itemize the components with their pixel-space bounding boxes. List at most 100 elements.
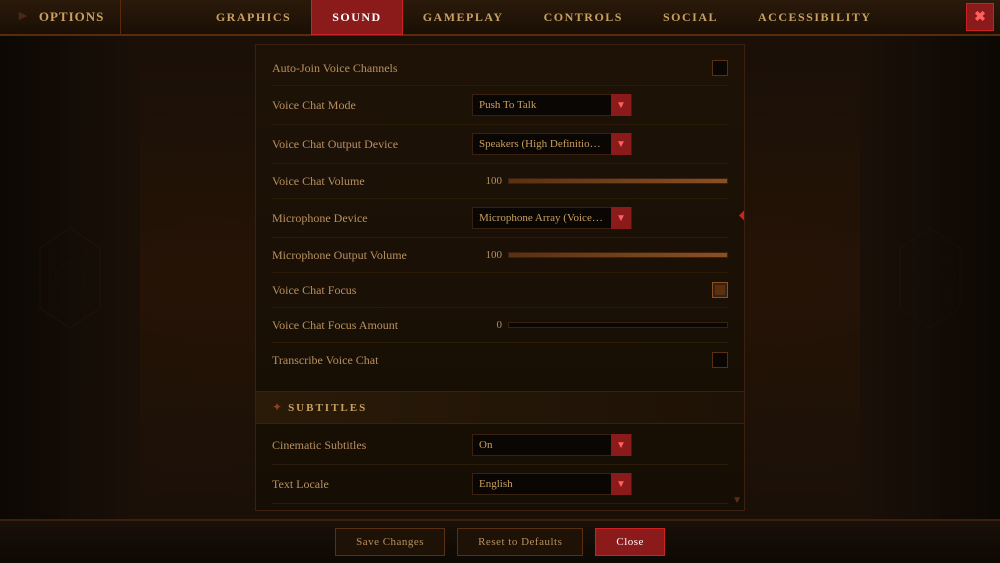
settings-scroll-container[interactable]: Auto-Join Voice Channels Voice Chat Mode… xyxy=(256,45,744,510)
setting-voice-output: Voice Chat Output Device Speakers (High … xyxy=(256,127,744,161)
voice-chat-mode-control: Push To Talk ▼ xyxy=(472,94,728,116)
setting-auto-join: Auto-Join Voice Channels xyxy=(256,53,744,83)
nav-close-button[interactable]: ✖ xyxy=(966,3,994,31)
voice-volume-control: 100 xyxy=(472,175,728,187)
voice-output-arrow: ▼ xyxy=(611,133,631,155)
divider-9 xyxy=(272,464,728,465)
text-locale-control: English ▼ xyxy=(472,473,728,495)
auto-join-checkbox[interactable] xyxy=(712,60,728,76)
focus-amount-label: Voice Chat Focus Amount xyxy=(272,318,472,333)
cinematic-subtitles-control: On ▼ xyxy=(472,434,728,456)
mic-volume-value: 100 xyxy=(472,249,502,261)
setting-focus-amount: Voice Chat Focus Amount 0 xyxy=(256,310,744,340)
save-changes-button[interactable]: Save Changes xyxy=(335,528,445,556)
voice-chat-mode-value: Push To Talk xyxy=(473,99,611,111)
tab-social[interactable]: SOCIAL xyxy=(643,0,738,35)
left-decoration-panel xyxy=(0,36,140,519)
divider-2 xyxy=(272,124,728,125)
focus-amount-slider[interactable] xyxy=(508,322,728,328)
microphone-device-dropdown[interactable]: Microphone Array (Voice.ai Audi ▼ xyxy=(472,207,632,229)
main-content: Auto-Join Voice Channels Voice Chat Mode… xyxy=(0,36,1000,519)
voice-output-dropdown[interactable]: Speakers (High Definition Audio ▼ xyxy=(472,133,632,155)
mic-volume-fill xyxy=(509,253,727,257)
microphone-device-label: Microphone Device xyxy=(272,211,472,226)
scroll-down-indicator: ▼ xyxy=(732,495,742,506)
setting-voice-volume: Voice Chat Volume 100 xyxy=(256,166,744,196)
setting-microphone-device: Microphone Device Microphone Array (Voic… xyxy=(256,201,744,235)
subtitles-section-icon: ✦ xyxy=(272,400,282,415)
mic-volume-slider[interactable] xyxy=(508,252,728,258)
spacer-1 xyxy=(256,375,744,383)
cinematic-subtitles-value: On xyxy=(473,439,611,451)
setting-voice-focus: Voice Chat Focus xyxy=(256,275,744,305)
setting-mic-volume: Microphone Output Volume 100 xyxy=(256,240,744,270)
center-panel: Auto-Join Voice Channels Voice Chat Mode… xyxy=(140,36,860,519)
mic-volume-control: 100 xyxy=(472,249,728,261)
subtitles-section-header: ✦ SUBTITLES xyxy=(256,391,744,424)
setting-speech-locale: Speech Locale English ▼ xyxy=(256,506,744,510)
settings-panel: Auto-Join Voice Channels Voice Chat Mode… xyxy=(255,44,745,511)
options-label: ► OPTIONS xyxy=(0,0,121,34)
microphone-device-value: Microphone Array (Voice.ai Audi xyxy=(473,212,611,224)
divider-4 xyxy=(272,198,728,199)
cinematic-subtitles-dropdown[interactable]: On ▼ xyxy=(472,434,632,456)
microphone-device-arrow: ▼ xyxy=(611,207,631,229)
text-locale-dropdown[interactable]: English ▼ xyxy=(472,473,632,495)
voice-chat-mode-label: Voice Chat Mode xyxy=(272,98,472,113)
transcribe-control xyxy=(472,352,728,368)
transcribe-label: Transcribe Voice Chat xyxy=(272,353,472,368)
voice-focus-label: Voice Chat Focus xyxy=(272,283,472,298)
voice-volume-value: 100 xyxy=(472,175,502,187)
reset-defaults-button[interactable]: Reset to Defaults xyxy=(457,528,583,556)
voice-volume-fill xyxy=(509,179,727,183)
transcribe-checkbox[interactable] xyxy=(712,352,728,368)
divider-8 xyxy=(272,342,728,343)
auto-join-label: Auto-Join Voice Channels xyxy=(272,61,472,76)
setting-text-locale: Text Locale English ▼ xyxy=(256,467,744,501)
tab-accessibility[interactable]: ACCESSIBILITY xyxy=(738,0,892,35)
bottom-action-bar: Save Changes Reset to Defaults Close xyxy=(0,519,1000,563)
nav-tabs: GRAPHICS SOUND GAMEPLAY CONTROLS SOCIAL … xyxy=(121,0,966,35)
voice-volume-slider[interactable] xyxy=(508,178,728,184)
auto-join-control xyxy=(472,60,728,76)
setting-cinematic-subtitles: Cinematic Subtitles On ▼ xyxy=(256,428,744,462)
divider-10 xyxy=(272,503,728,504)
cinematic-subtitles-label: Cinematic Subtitles xyxy=(272,438,472,453)
red-arrow-indicator xyxy=(739,206,744,231)
divider-6 xyxy=(272,272,728,273)
left-decorative-art xyxy=(30,218,110,338)
close-button[interactable]: Close xyxy=(595,528,665,556)
voice-chat-mode-arrow: ▼ xyxy=(611,94,631,116)
divider-5 xyxy=(272,237,728,238)
voice-volume-label: Voice Chat Volume xyxy=(272,174,472,189)
mic-volume-label: Microphone Output Volume xyxy=(272,248,472,263)
text-locale-label: Text Locale xyxy=(272,477,472,492)
voice-focus-control xyxy=(472,282,728,298)
cinematic-subtitles-arrow: ▼ xyxy=(611,434,631,456)
setting-voice-chat-mode: Voice Chat Mode Push To Talk ▼ xyxy=(256,88,744,122)
tab-graphics[interactable]: GRAPHICS xyxy=(196,0,311,35)
text-locale-arrow: ▼ xyxy=(611,473,631,495)
divider-7 xyxy=(272,307,728,308)
voice-volume-slider-container: 100 xyxy=(472,175,728,187)
setting-transcribe: Transcribe Voice Chat xyxy=(256,345,744,375)
microphone-device-control: Microphone Array (Voice.ai Audi ▼ xyxy=(472,207,728,229)
tab-sound[interactable]: SOUND xyxy=(311,0,403,35)
tab-gameplay[interactable]: GAMEPLAY xyxy=(403,0,524,35)
voice-chat-mode-dropdown[interactable]: Push To Talk ▼ xyxy=(472,94,632,116)
voice-output-control: Speakers (High Definition Audio ▼ xyxy=(472,133,728,155)
divider-1 xyxy=(272,85,728,86)
voice-focus-checkbox[interactable] xyxy=(712,282,728,298)
subtitles-section-title: SUBTITLES xyxy=(288,402,367,414)
top-navigation: ► OPTIONS GRAPHICS SOUND GAMEPLAY CONTRO… xyxy=(0,0,1000,36)
focus-amount-slider-container: 0 xyxy=(472,319,728,331)
voice-output-value: Speakers (High Definition Audio xyxy=(473,138,611,150)
tab-controls[interactable]: CONTROLS xyxy=(524,0,643,35)
text-locale-value: English xyxy=(473,478,611,490)
right-decorative-art xyxy=(890,218,970,338)
nav-arrow-icon: ► xyxy=(16,9,31,25)
voice-output-label: Voice Chat Output Device xyxy=(272,137,472,152)
red-arrow-svg xyxy=(739,206,744,226)
focus-amount-control: 0 xyxy=(472,319,728,331)
divider-3 xyxy=(272,163,728,164)
